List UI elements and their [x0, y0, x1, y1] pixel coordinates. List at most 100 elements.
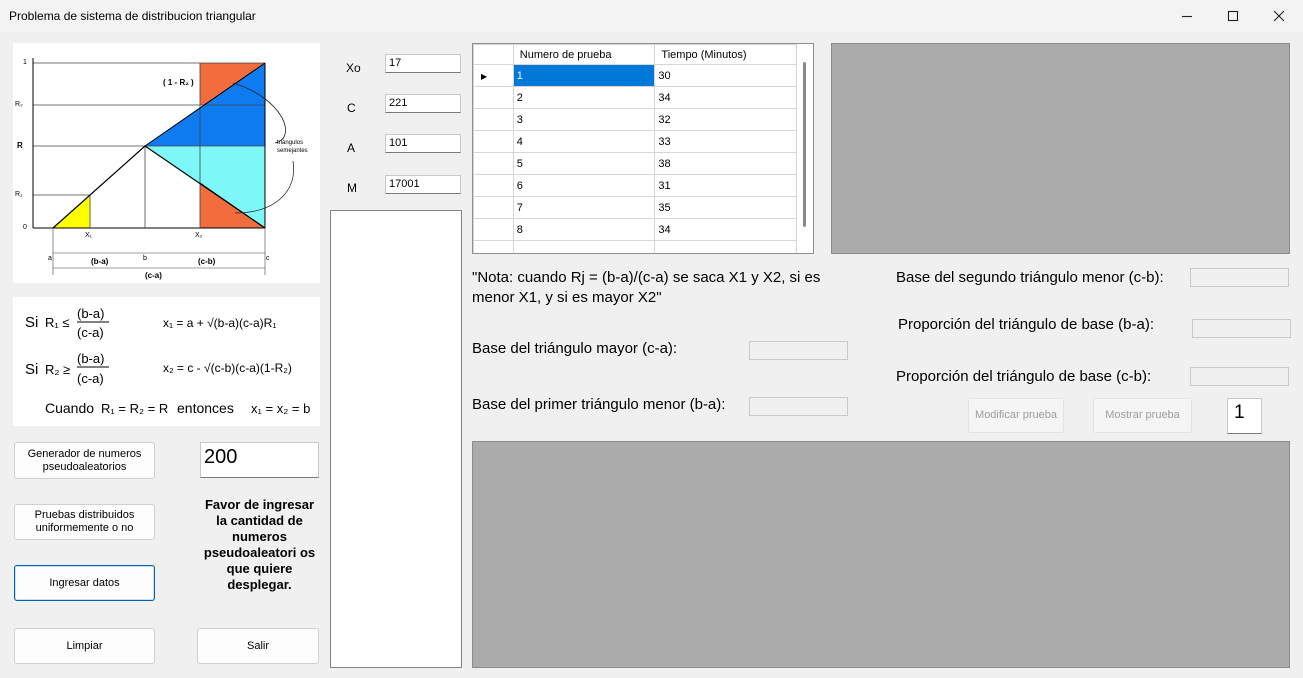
- mostrar-prueba-button[interactable]: Mostrar prueba: [1093, 398, 1192, 433]
- frac-num-1: (b-a): [77, 306, 104, 321]
- tick-b: b: [143, 255, 147, 262]
- grid-header-tiempo[interactable]: Tiempo (Minutos): [654, 44, 797, 65]
- formula-panel: Si R₁ ≤ (b-a) (c-a) x₁ = a + √(b-a)(c-a)…: [13, 297, 320, 426]
- label-prop-cb: Proporción del triángulo de base (c-b):: [896, 368, 1152, 385]
- table-row-new[interactable]: [473, 240, 797, 253]
- y-label-r: R: [17, 141, 23, 150]
- x2-formula: x₂ = c - √(c-b)(c-a)(1-R₂): [163, 361, 292, 375]
- label-x2: X₂: [195, 232, 203, 239]
- entonces-label: entonces: [177, 400, 234, 416]
- minimize-icon: [1182, 15, 1192, 18]
- prop-cb-field: [1190, 367, 1289, 386]
- grid-cell[interactable]: 5: [512, 152, 656, 175]
- base-mayor-field: [749, 341, 848, 360]
- label-a: A: [347, 141, 356, 155]
- y-label-r2: R₂: [15, 101, 23, 108]
- table-row[interactable]: 6 31: [473, 174, 797, 197]
- cuando-label: Cuando: [45, 400, 94, 416]
- label-base-mayor: Base del triángulo mayor (c-a):: [472, 340, 678, 357]
- y-label-1: 1: [23, 59, 27, 66]
- label-one-minus-r2: ( 1 - R₂ ): [163, 78, 194, 87]
- prop-ba-field: [1192, 319, 1291, 338]
- label-x1: X₁: [85, 232, 93, 239]
- table-row[interactable]: 4 33: [473, 130, 797, 153]
- table-row[interactable]: 7 35: [473, 196, 797, 219]
- quantity-input[interactable]: 200: [200, 442, 319, 478]
- grid-cell[interactable]: 4: [512, 130, 656, 153]
- base-primer-field: [749, 397, 848, 416]
- frac-num-2: (b-a): [77, 351, 104, 366]
- r1-leq: R₁ ≤: [45, 315, 70, 330]
- table-row[interactable]: ▶ 1 30: [473, 64, 797, 87]
- label-c: C: [347, 101, 356, 115]
- chart-area-bottom: [472, 441, 1290, 668]
- cuando-eq: R₁ = R₂ = R: [101, 401, 168, 416]
- label-base-segundo: Base del segundo triángulo menor (c-b):: [896, 269, 1164, 286]
- maximize-icon: [1227, 10, 1239, 22]
- modificar-prueba-button[interactable]: Modificar prueba: [968, 398, 1064, 433]
- label-xo: Xo: [346, 61, 361, 75]
- grid-cell[interactable]: 8: [512, 218, 656, 241]
- table-row[interactable]: 3 32: [473, 108, 797, 131]
- close-button[interactable]: [1256, 0, 1302, 32]
- table-row[interactable]: 2 34: [473, 86, 797, 109]
- current-row-icon: ▶: [481, 71, 488, 81]
- output-listbox[interactable]: [330, 210, 462, 668]
- tick-a: a: [48, 255, 52, 262]
- prueba-number-input[interactable]: 1: [1227, 398, 1262, 434]
- grid-cell[interactable]: 34: [654, 86, 797, 109]
- close-icon: [1273, 10, 1285, 22]
- maximize-button[interactable]: [1210, 0, 1256, 32]
- xo-input[interactable]: 17: [385, 54, 461, 73]
- grid-scrollbar[interactable]: [803, 62, 806, 227]
- chart-area-top: [831, 43, 1290, 254]
- ingresar-datos-button[interactable]: Ingresar datos: [14, 565, 155, 601]
- grid-cell[interactable]: 35: [654, 196, 797, 219]
- window-title: Problema de sistema de distribucion tria…: [9, 9, 256, 23]
- entonces-eq: x₁ = x₂ = b: [251, 401, 310, 416]
- x1-formula: x₁ = a + √(b-a)(c-a)R₁: [163, 316, 276, 330]
- span-ba: (b-a): [91, 257, 109, 266]
- grid-cell[interactable]: 32: [654, 108, 797, 131]
- instruction-text: Favor de ingresar la cantidad de numeros…: [203, 497, 316, 592]
- grid-cell[interactable]: 1: [512, 64, 656, 87]
- pruebas-button[interactable]: Pruebas distribuidos uniformemente o no: [14, 504, 155, 540]
- grid-corner: [473, 44, 514, 65]
- grid-cell[interactable]: 33: [654, 130, 797, 153]
- base-segundo-field: [1190, 268, 1289, 287]
- row-indicator[interactable]: ▶: [473, 64, 514, 87]
- c-input[interactable]: 221: [385, 94, 461, 113]
- table-row[interactable]: 8 34: [473, 218, 797, 241]
- frac-den-1: (c-a): [77, 325, 104, 340]
- grid-cell[interactable]: 31: [654, 174, 797, 197]
- frac-den-2: (c-a): [77, 371, 104, 386]
- minimize-button[interactable]: [1164, 0, 1210, 32]
- grid-header-numero[interactable]: Numero de prueba: [512, 44, 656, 65]
- label-semejantes: semejantes: [277, 148, 308, 154]
- note-text: "Nota: cuando Rj = (b-a)/(c-a) se saca X…: [472, 269, 821, 306]
- table-row[interactable]: 5 38: [473, 152, 797, 175]
- grid-cell[interactable]: 7: [512, 196, 656, 219]
- tick-c: c: [266, 255, 270, 262]
- grid-cell[interactable]: 3: [512, 108, 656, 131]
- grid-cell[interactable]: 6: [512, 174, 656, 197]
- salir-button[interactable]: Salir: [197, 628, 319, 664]
- span-cb: (c-b): [198, 257, 216, 266]
- limpiar-button[interactable]: Limpiar: [14, 628, 155, 664]
- grid-cell[interactable]: 38: [654, 152, 797, 175]
- triangle-diagram: 1 R₂ R R₁ 0 ( 1 - R₂ ) triángulos semeja…: [13, 43, 320, 283]
- r2-geq: R₂ ≥: [45, 362, 70, 377]
- generador-button[interactable]: Generador de numeros pseudoaleatorios: [14, 442, 155, 479]
- grid-cell[interactable]: 34: [654, 218, 797, 241]
- m-input[interactable]: 17001: [385, 175, 461, 194]
- grid-cell[interactable]: 30: [654, 64, 797, 87]
- data-grid[interactable]: Numero de prueba Tiempo (Minutos) ▶ 1 30…: [472, 43, 814, 254]
- span-ca: (c-a): [145, 271, 162, 280]
- y-label-0: 0: [23, 224, 27, 231]
- si-1: Si: [25, 314, 38, 331]
- grid-cell[interactable]: 2: [512, 86, 656, 109]
- label-m: M: [347, 181, 357, 195]
- label-base-primer: Base del primer triángulo menor (b-a):: [472, 396, 726, 413]
- si-2: Si: [25, 361, 38, 378]
- a-input[interactable]: 101: [385, 134, 461, 153]
